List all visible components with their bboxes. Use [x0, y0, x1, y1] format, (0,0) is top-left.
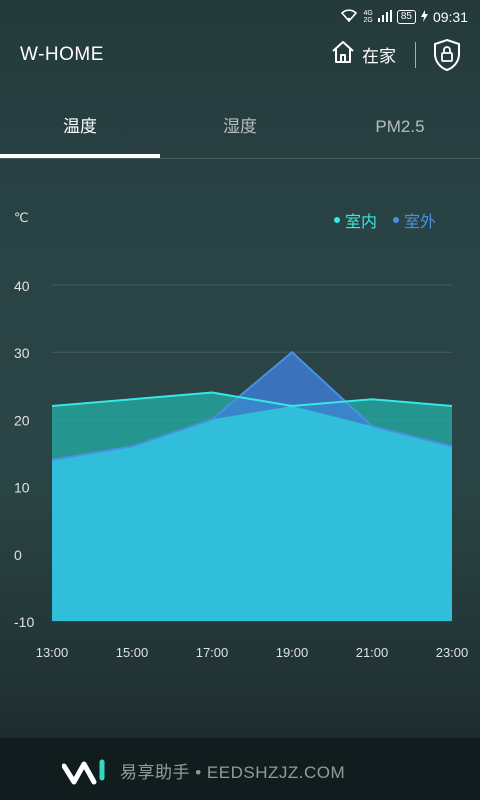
signal-icon: [377, 9, 392, 25]
tab-humidity[interactable]: 湿度: [160, 104, 320, 154]
x-tick-label: 15:00: [116, 645, 149, 660]
metric-tabs: 温度 湿度 PM2.5: [0, 104, 480, 159]
charging-icon: [420, 9, 428, 25]
legend-item-indoor: 室内: [333, 208, 377, 232]
y-tick-label: 10: [14, 480, 30, 496]
legend-dot-indoor: [333, 217, 340, 223]
x-tick-label: 23:00: [436, 645, 469, 660]
y-tick-label: 40: [14, 278, 30, 294]
temperature-chart: 40 30 20 10 0 -1013:00 15:00 17:00 19:00 21:00 23:…: [14, 278, 469, 660]
status-time: 09:31: [432, 8, 468, 25]
app-title: W-HOME: [20, 44, 104, 65]
y-tick-label: 0: [14, 547, 22, 563]
legend-item-outdoor: 室外: [392, 208, 436, 232]
home-mode-button[interactable]: 在家: [330, 38, 396, 70]
toolbar-divider: [415, 42, 416, 68]
x-tick-label: 17:00: [196, 645, 229, 660]
watermark-text: 易享助手 • EEDSHZJZ.COM: [120, 763, 346, 782]
legend-label-indoor: 室内: [344, 214, 377, 231]
active-tab-indicator: [0, 154, 160, 158]
legend-label-outdoor: 室外: [403, 214, 436, 231]
tab-temperature[interactable]: 温度: [0, 104, 160, 154]
home-icon: [330, 39, 356, 70]
home-mode-label: 在家: [362, 46, 396, 66]
chart-legend: 室内 室外: [333, 208, 436, 232]
status-bar: 4G 2G 85 09:31: [0, 0, 480, 32]
x-tick-label: 13:00: [36, 645, 69, 660]
x-tick-label: 19:00: [276, 645, 309, 660]
network-type: 4G 2G: [363, 9, 373, 24]
wifi-icon: [340, 8, 358, 25]
x-tick-label: 21:00: [356, 645, 389, 660]
app-logo-icon: [61, 756, 108, 791]
y-tick-label: -10: [14, 614, 34, 630]
tab-pm25[interactable]: PM2.5: [320, 104, 480, 154]
legend-dot-outdoor: [392, 217, 399, 223]
y-tick-label: 20: [14, 412, 30, 428]
shield-lock-icon: [432, 38, 462, 76]
security-lock-button[interactable]: [432, 38, 462, 72]
app-bar: W-HOME 在家: [0, 32, 480, 80]
bottom-bar: 易享助手 • EEDSHZJZ.COM: [0, 738, 480, 800]
y-tick-label: 30: [14, 345, 30, 361]
battery-level: 85: [396, 9, 416, 24]
y-axis-unit: ℃: [14, 210, 29, 225]
